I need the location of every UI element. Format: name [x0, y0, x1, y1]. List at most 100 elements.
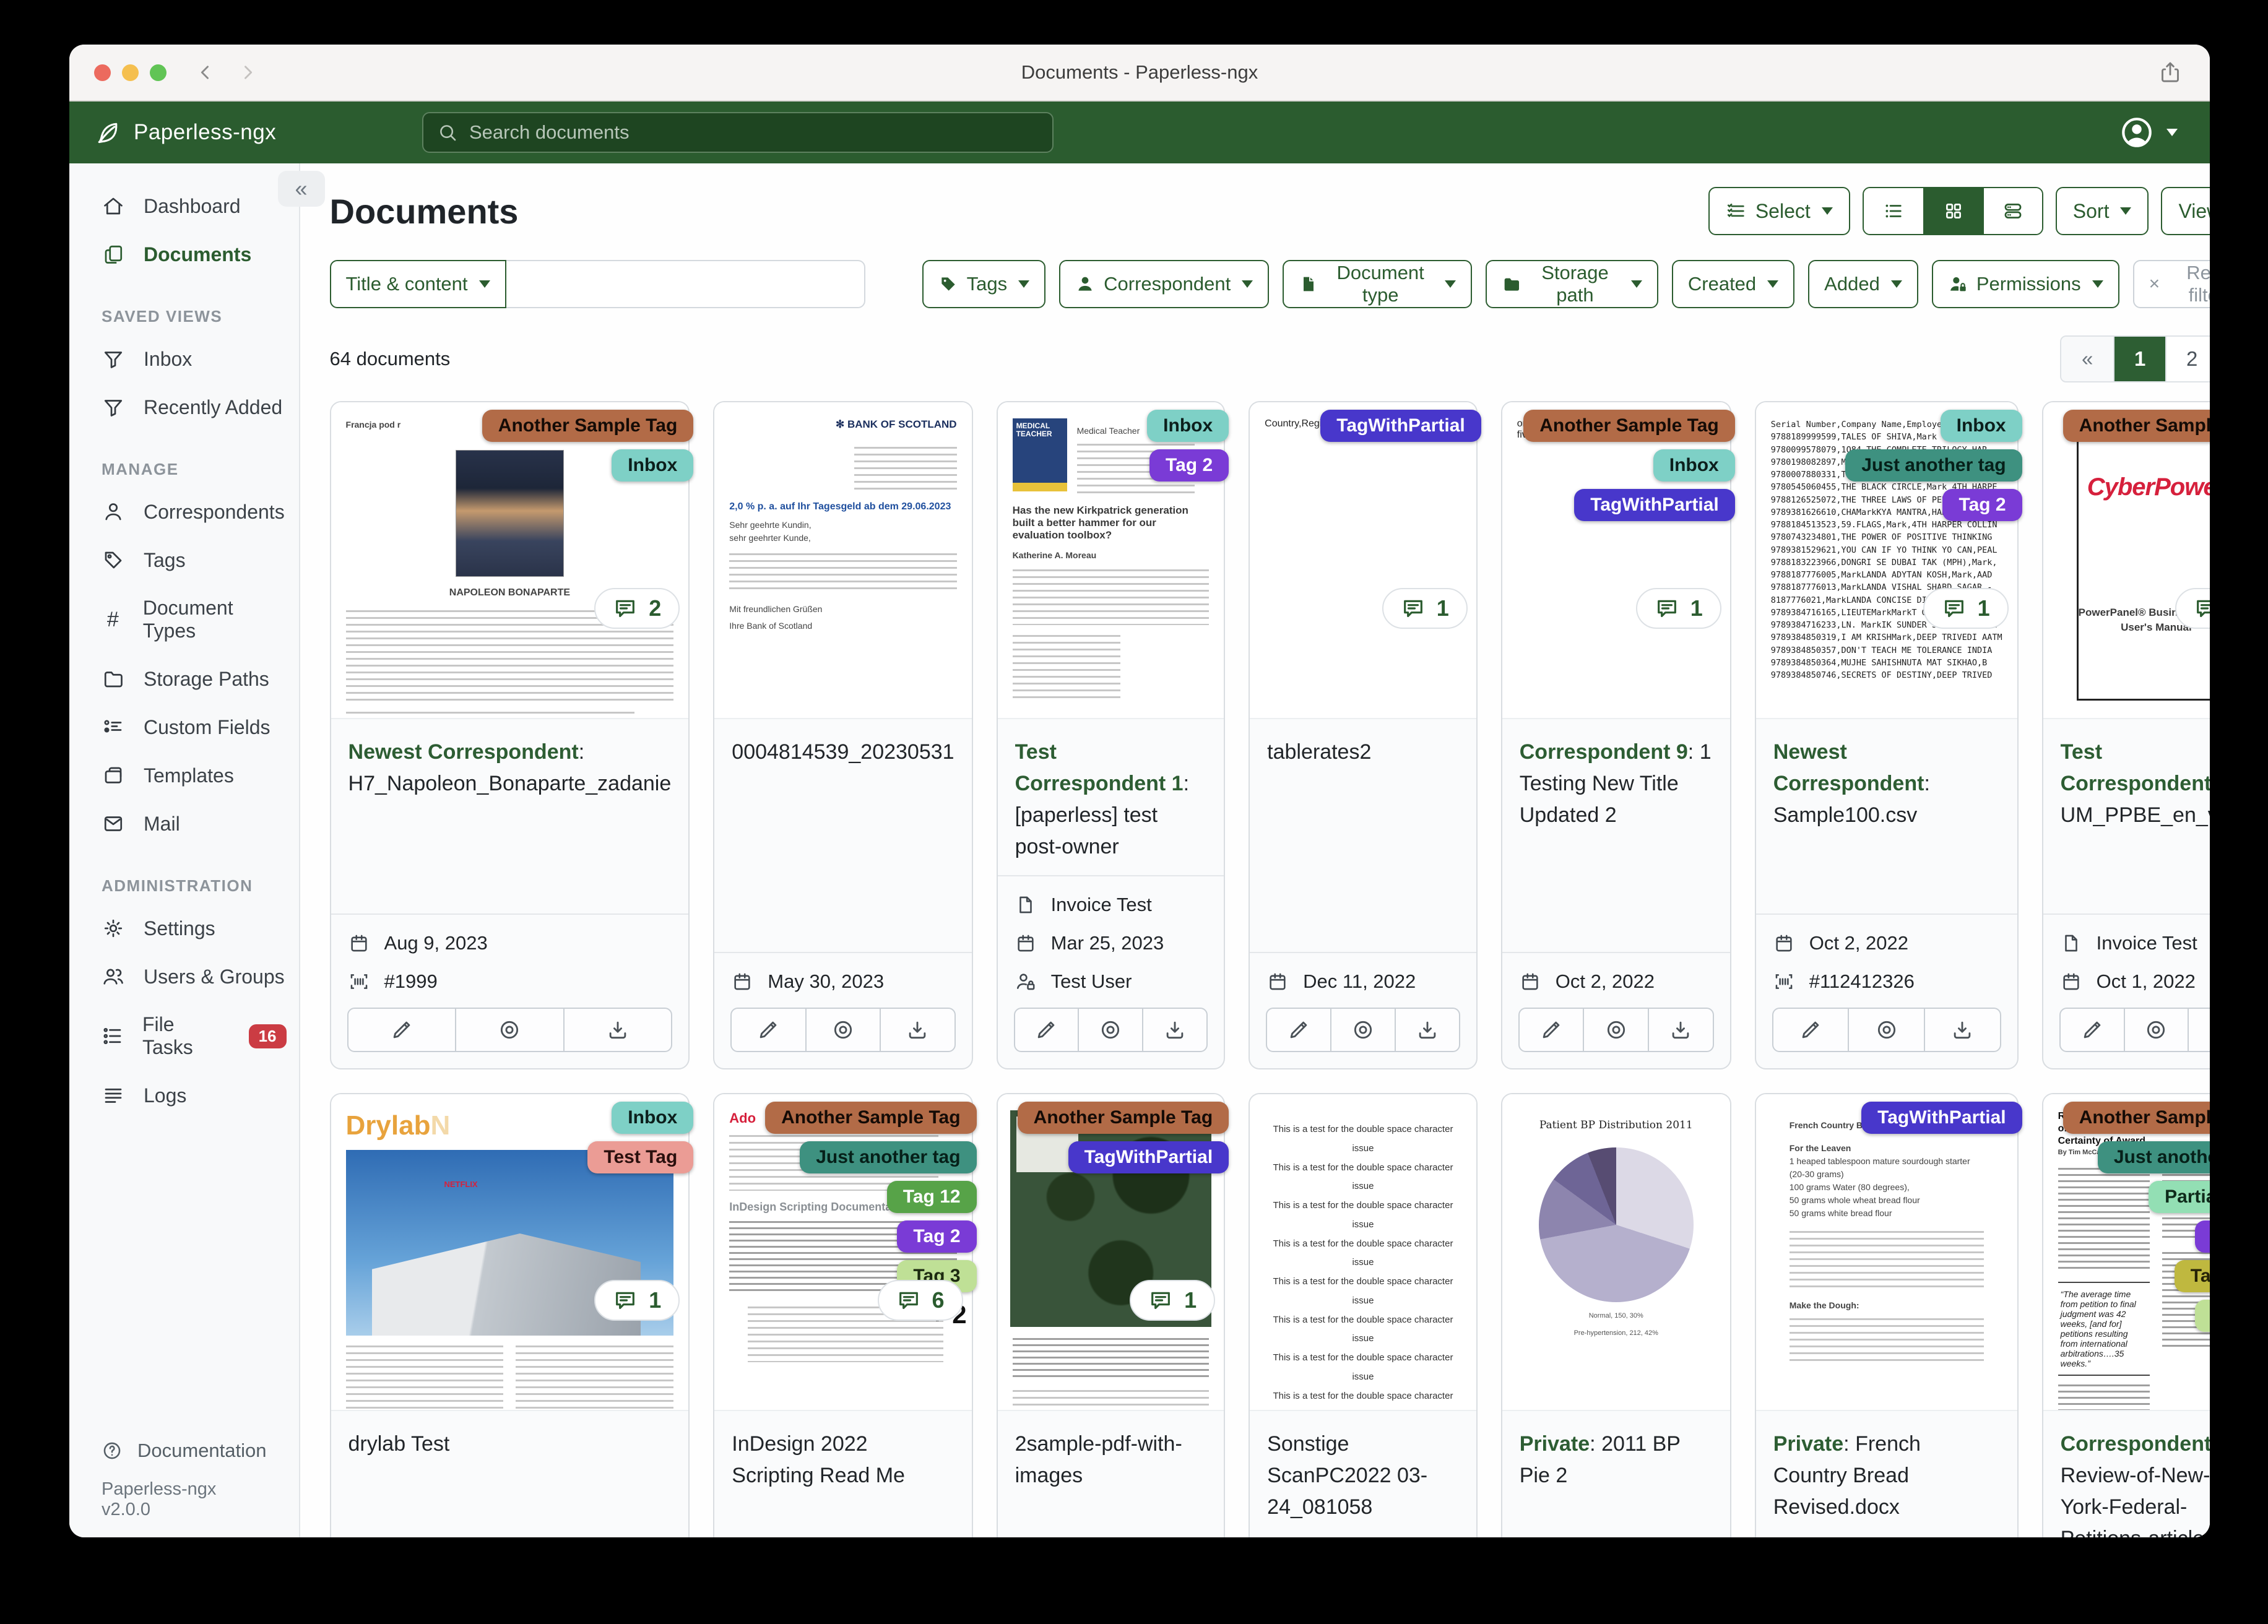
document-correspondent[interactable]: Correspondent 14 — [2061, 1432, 2210, 1456]
document-title-block[interactable]: 2sample-pdf-with-images — [998, 1411, 1224, 1510]
global-search[interactable] — [422, 112, 1054, 153]
tag-chip[interactable]: Just another tag — [1845, 449, 2022, 482]
select-button[interactable]: Select — [1708, 187, 1850, 235]
app-brand[interactable]: Paperless-ngx — [94, 119, 422, 146]
tag-chip[interactable]: Another Sample Tag — [1017, 1102, 1229, 1134]
user-menu[interactable] — [2119, 115, 2178, 150]
document-correspondent[interactable]: Test Correspondent 1 — [1015, 740, 1184, 795]
document-card[interactable]: Review ofof ArbitralCertainty of AwardBy… — [2041, 1093, 2210, 1537]
document-correspondent[interactable]: Test Correspondent 1 — [2061, 740, 2210, 795]
filter-storage-path-button[interactable]: Storage path — [1486, 260, 1658, 308]
tag-chip[interactable]: Tag 12 — [886, 1181, 977, 1213]
view-list-toggle[interactable] — [1863, 188, 1923, 234]
comment-count-pill[interactable]: 1 — [1382, 588, 1468, 629]
edit-button[interactable] — [348, 1009, 456, 1051]
search-mode-button[interactable]: Title & content — [329, 260, 506, 308]
download-button[interactable] — [563, 1009, 672, 1051]
tag-chip[interactable]: TagWithPartial — [1574, 489, 1735, 521]
view-detail-toggle[interactable] — [1982, 188, 2042, 234]
filter-added-button[interactable]: Added — [1808, 260, 1918, 308]
tag-chip[interactable]: Inbox — [1653, 449, 1735, 482]
pagination-prev[interactable]: « — [2061, 337, 2114, 381]
filter-correspondent-button[interactable]: Correspondent — [1059, 260, 1270, 308]
comment-count-pill[interactable]: 4 — [2175, 588, 2210, 629]
browser-back-icon[interactable] — [195, 62, 216, 83]
document-card[interactable]: Serial Number,Company Name,Employe 978818… — [1754, 401, 2022, 1069]
tag-chip[interactable]: Inbox — [612, 449, 694, 482]
tag-chip[interactable]: Test Tag — [587, 1141, 694, 1173]
sidebar-item-correspondents[interactable]: Correspondents — [69, 488, 299, 536]
document-card[interactable]: Country,Region/State,” TagWithPartial 1 tab… — [1249, 401, 1481, 1069]
sidebar-item-file-tasks[interactable]: File Tasks 16 — [69, 1001, 299, 1071]
download-button[interactable] — [1142, 1009, 1206, 1051]
document-title-block[interactable]: tablerates2 — [1250, 719, 1476, 818]
document-correspondent[interactable]: Newest Correspondent — [1773, 740, 1924, 795]
pagination-page-1[interactable]: 1 — [2113, 337, 2166, 381]
document-card[interactable]: Ado InDesign Scripting Documentation Anoth… — [713, 1093, 977, 1537]
edit-button[interactable] — [1267, 1009, 1330, 1051]
tag-chip[interactable]: Another Sample Tag — [1523, 410, 1735, 442]
close-window-button[interactable] — [94, 64, 111, 81]
sidebar-item-logs[interactable]: Logs — [69, 1071, 299, 1120]
document-title-block[interactable]: Private: French Country Bread Revised.do… — [1756, 1411, 2017, 1535]
comment-count-pill[interactable]: 1 — [594, 1280, 680, 1321]
tag-chip[interactable]: Inbox — [1940, 410, 2022, 442]
tag-chip[interactable]: Just another tag — [800, 1141, 977, 1173]
document-correspondent[interactable]: Private — [1520, 1432, 1590, 1456]
tag-chip[interactable]: Another Sample Tag — [765, 1102, 977, 1134]
tag-chip[interactable]: Inbox — [612, 1102, 694, 1134]
comment-count-pill[interactable]: 2 — [594, 588, 680, 629]
document-title-block[interactable]: Correspondent 14: Review-of-New-York-Fed… — [2043, 1411, 2210, 1537]
view-grid-toggle[interactable] — [1923, 188, 1983, 234]
tag-chip[interactable]: Tag 2 — [2195, 1220, 2210, 1253]
comment-count-pill[interactable]: 1 — [1923, 588, 2009, 629]
document-title-block[interactable]: Correspondent 9: 1 Testing New Title Upd… — [1502, 719, 1730, 844]
view-button[interactable] — [2123, 1009, 2188, 1051]
view-button[interactable] — [1848, 1009, 1924, 1051]
tag-chip[interactable]: Another Sample Tag — [482, 410, 694, 442]
sidebar-item-custom-fields[interactable]: Custom Fields — [69, 703, 299, 751]
document-title-block[interactable]: InDesign 2022 Scripting Read Me — [714, 1411, 971, 1510]
tag-chip[interactable]: TagWithPartial — [1068, 1141, 1229, 1173]
download-button[interactable] — [1394, 1009, 1459, 1051]
document-card[interactable]: CyberPowerPowerPanel® Business EditionUs… — [2041, 401, 2210, 1069]
document-title-block[interactable]: Private: 2011 BP Pie 2 — [1502, 1411, 1730, 1510]
view-button[interactable] — [1078, 1009, 1142, 1051]
tag-chip[interactable]: Tag 2 — [897, 1220, 977, 1253]
document-card[interactable]: Boundary Waters TripAnother Sample TagTa… — [996, 1093, 1229, 1537]
tag-chip[interactable]: TagWithPartial — [1320, 410, 1481, 442]
sidebar-item-documentation[interactable]: Documentation — [69, 1428, 299, 1473]
title-content-input[interactable] — [506, 260, 865, 308]
download-button[interactable] — [2188, 1009, 2210, 1051]
sidebar-item-mail[interactable]: Mail — [69, 800, 299, 848]
view-button[interactable] — [1330, 1009, 1395, 1051]
edit-button[interactable] — [1773, 1009, 1848, 1051]
view-button[interactable] — [455, 1009, 563, 1051]
tag-chip[interactable]: Tag 222 — [2174, 1260, 2210, 1292]
document-title-block[interactable]: Newest Correspondent: Sample100.csv — [1756, 719, 2017, 844]
tag-chip[interactable]: Tag 2 — [1149, 449, 1229, 482]
document-card[interactable]: DrylabNNETFLIXInboxTest Tag1drylab TestY… — [329, 1093, 694, 1537]
document-card[interactable]: MEDICAL TEACHER Medical Teacher Has the ne… — [996, 401, 1229, 1069]
search-input[interactable] — [469, 121, 1039, 144]
reset-filters-button[interactable]: × Reset filters — [2132, 260, 2210, 308]
tag-chip[interactable]: Another Sample Tag — [2062, 410, 2210, 442]
views-button[interactable]: Views — [2161, 187, 2210, 235]
document-title-block[interactable]: drylab Test — [331, 1411, 689, 1510]
minimize-window-button[interactable] — [122, 64, 139, 81]
comment-count-pill[interactable]: 1 — [1635, 588, 1721, 629]
tag-chip[interactable]: TagWithPartial — [1861, 1102, 2022, 1134]
sidebar-item-document-types[interactable]: # Document Types — [69, 584, 299, 655]
download-button[interactable] — [880, 1009, 954, 1051]
document-card[interactable]: ✻ BANK OF SCOTLAND 2,0 % p. a. auf Ihr Ta… — [713, 401, 973, 1069]
sidebar-item-tags[interactable]: Tags — [69, 536, 299, 584]
download-button[interactable] — [1648, 1009, 1713, 1051]
tag-chip[interactable]: Partial Tag — [2149, 1181, 2210, 1213]
document-correspondent[interactable]: Newest Correspondent — [348, 740, 579, 764]
filter-created-button[interactable]: Created — [1671, 260, 1795, 308]
sort-button[interactable]: Sort — [2055, 187, 2149, 235]
tag-chip[interactable]: Inbox — [1147, 410, 1229, 442]
document-title-block[interactable]: Test Correspondent 1: UM_PPBE_en_v29 — [2043, 719, 2210, 844]
comment-count-pill[interactable]: 1 — [1130, 1280, 1216, 1321]
sidebar-item-settings[interactable]: Settings — [69, 904, 299, 952]
